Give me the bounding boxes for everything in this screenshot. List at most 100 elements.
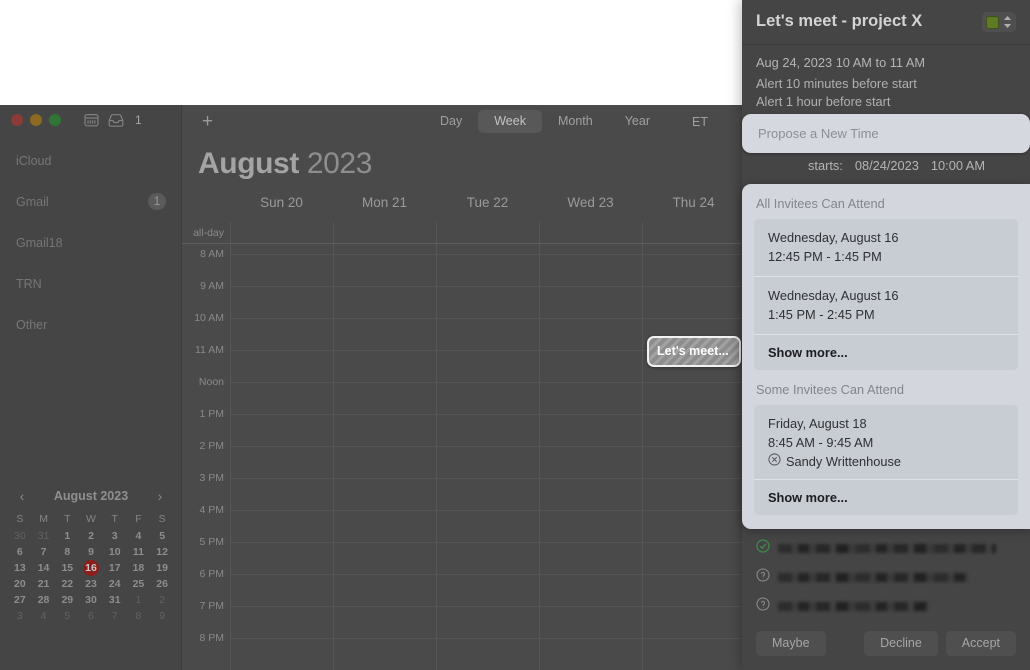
all-day-cell-0[interactable] bbox=[230, 222, 333, 243]
accept-button[interactable]: Accept bbox=[945, 631, 1016, 656]
mini-calendar-day[interactable]: 28 bbox=[32, 592, 56, 608]
window-toolbar-icons[interactable]: 1 bbox=[84, 113, 142, 127]
day-header-2[interactable]: Tue 22 bbox=[436, 195, 539, 222]
mini-calendar-day[interactable]: 6 bbox=[8, 544, 32, 560]
day-header-3[interactable]: Wed 23 bbox=[539, 195, 642, 222]
mini-calendar-day[interactable]: 1 bbox=[127, 592, 151, 608]
view-tab-week[interactable]: Week bbox=[478, 110, 542, 133]
propose-new-time-field[interactable]: Propose a New Time bbox=[742, 114, 1030, 153]
mini-calendar-day[interactable]: 14 bbox=[32, 560, 56, 576]
mini-calendar-day[interactable]: 1 bbox=[55, 528, 79, 544]
suggestion-item[interactable]: Wednesday, August 16 12:45 PM - 1:45 PM bbox=[754, 219, 1018, 278]
mini-calendar-day[interactable]: 26 bbox=[150, 576, 174, 592]
suggestion-item[interactable]: Wednesday, August 16 1:45 PM - 2:45 PM bbox=[754, 277, 1018, 336]
all-day-cell-2[interactable] bbox=[436, 222, 539, 243]
mini-calendar-day[interactable]: 9 bbox=[150, 608, 174, 624]
day-column-4[interactable]: Let's meet... bbox=[642, 244, 745, 670]
mini-calendar-grid[interactable]: S M T W T F S 30 31 1 2 3 4 5 6 7 8 9 10 11 12 13 14 15 16 17 18 19… bbox=[8, 511, 174, 624]
view-segmented-control[interactable]: Day Week Month Year bbox=[424, 110, 666, 133]
mini-calendar-day[interactable]: 25 bbox=[127, 576, 151, 592]
mini-calendar-day[interactable]: 4 bbox=[127, 528, 151, 544]
mini-calendar-day[interactable]: 21 bbox=[32, 576, 56, 592]
next-month-button[interactable]: › bbox=[152, 489, 168, 503]
calendar-picker[interactable] bbox=[982, 12, 1016, 32]
view-tab-year[interactable]: Year bbox=[609, 110, 666, 133]
view-tab-day[interactable]: Day bbox=[424, 110, 478, 133]
mini-calendar-day[interactable]: 29 bbox=[55, 592, 79, 608]
close-button[interactable] bbox=[11, 114, 23, 126]
inbox-icon[interactable] bbox=[108, 113, 124, 127]
sidebar-item-gmail[interactable]: Gmail 1 bbox=[0, 181, 182, 222]
time-suggestions-panel[interactable]: All Invitees Can Attend Wednesday, August… bbox=[742, 184, 1030, 530]
week-grid[interactable]: 8 AM 9 AM 10 AM 11 AM Noon 1 PM 2 PM 3 PM 4 PM 5 … bbox=[182, 244, 745, 670]
mini-calendar-day[interactable]: 4 bbox=[32, 608, 56, 624]
sidebar-item-icloud[interactable]: iCloud bbox=[0, 140, 182, 181]
day-header-4[interactable]: Thu 24 bbox=[642, 195, 745, 222]
starts-date[interactable]: 08/24/2023 bbox=[855, 158, 919, 173]
mini-calendar-day[interactable]: 31 bbox=[103, 592, 127, 608]
calendar-event[interactable]: Let's meet... bbox=[647, 336, 741, 367]
starts-time[interactable]: 10:00 AM bbox=[931, 158, 985, 173]
mini-calendar-day[interactable]: 6 bbox=[79, 608, 103, 624]
mini-calendar-day[interactable]: 7 bbox=[103, 608, 127, 624]
timezone-label[interactable]: ET bbox=[692, 115, 708, 129]
mini-calendar-day[interactable]: 3 bbox=[103, 528, 127, 544]
calendar-color-swatch[interactable] bbox=[986, 15, 999, 29]
mini-calendar-day[interactable]: 8 bbox=[127, 608, 151, 624]
mini-calendar-day[interactable]: 30 bbox=[79, 592, 103, 608]
mini-calendar-day[interactable]: 31 bbox=[32, 528, 56, 544]
invitee-row[interactable] bbox=[756, 534, 1016, 563]
add-event-button[interactable]: + bbox=[202, 112, 213, 131]
mini-calendar-day[interactable]: 30 bbox=[8, 528, 32, 544]
mini-calendar-day[interactable]: 27 bbox=[8, 592, 32, 608]
calendar-icon[interactable] bbox=[84, 113, 99, 127]
mini-calendar-day[interactable]: 19 bbox=[150, 560, 174, 576]
show-more-button[interactable]: Show more... bbox=[754, 480, 1018, 515]
day-column-0[interactable] bbox=[230, 244, 333, 670]
day-column-3[interactable] bbox=[539, 244, 642, 670]
minimize-button[interactable] bbox=[30, 114, 42, 126]
mini-calendar-day[interactable]: 5 bbox=[55, 608, 79, 624]
suggestion-item[interactable]: Friday, August 18 8:45 AM - 9:45 AM Sandy … bbox=[754, 405, 1018, 481]
mini-calendar-day[interactable]: 16 bbox=[79, 560, 103, 576]
event-alert-2[interactable]: Alert 1 hour before start bbox=[756, 93, 1016, 111]
view-tab-month[interactable]: Month bbox=[542, 110, 609, 133]
rsvp-button-row[interactable]: Maybe Decline Accept bbox=[756, 631, 1016, 656]
zoom-button[interactable] bbox=[49, 114, 61, 126]
day-column-2[interactable] bbox=[436, 244, 539, 670]
prev-month-button[interactable]: ‹ bbox=[14, 489, 30, 503]
mini-calendar-day[interactable]: 10 bbox=[103, 544, 127, 560]
sidebar-item-other[interactable]: Other bbox=[0, 304, 182, 345]
mini-calendar-day[interactable]: 15 bbox=[55, 560, 79, 576]
mini-calendar-day[interactable]: 11 bbox=[127, 544, 151, 560]
mini-calendar-day[interactable]: 17 bbox=[103, 560, 127, 576]
mini-calendar-day[interactable]: 8 bbox=[55, 544, 79, 560]
sidebar-item-gmail18[interactable]: Gmail18 bbox=[0, 222, 182, 263]
all-day-cell-3[interactable] bbox=[539, 222, 642, 243]
sidebar-item-trn[interactable]: TRN bbox=[0, 263, 182, 304]
all-day-row[interactable]: all-day bbox=[182, 222, 745, 244]
decline-button[interactable]: Decline bbox=[864, 631, 938, 656]
all-day-cell-1[interactable] bbox=[333, 222, 436, 243]
day-header-0[interactable]: Sun 20 bbox=[230, 195, 333, 222]
mini-calendar-day[interactable]: 23 bbox=[79, 576, 103, 592]
invitee-row[interactable] bbox=[756, 563, 1016, 592]
mini-calendar-day[interactable]: 12 bbox=[150, 544, 174, 560]
chevron-updown-icon[interactable] bbox=[1003, 15, 1012, 29]
mini-calendar-day[interactable]: 5 bbox=[150, 528, 174, 544]
mini-calendar-day[interactable]: 18 bbox=[127, 560, 151, 576]
day-header-1[interactable]: Mon 21 bbox=[333, 195, 436, 222]
mini-calendar-day[interactable]: 3 bbox=[8, 608, 32, 624]
day-column-1[interactable] bbox=[333, 244, 436, 670]
mini-calendar-day[interactable]: 7 bbox=[32, 544, 56, 560]
mini-calendar-day[interactable]: 20 bbox=[8, 576, 32, 592]
show-more-button[interactable]: Show more... bbox=[754, 335, 1018, 370]
all-day-cell-4[interactable] bbox=[642, 222, 745, 243]
mini-calendar-day[interactable]: 9 bbox=[79, 544, 103, 560]
window-controls[interactable] bbox=[11, 114, 61, 126]
event-alert-1[interactable]: Alert 10 minutes before start bbox=[756, 75, 1016, 93]
mini-calendar-day[interactable]: 2 bbox=[79, 528, 103, 544]
mini-calendar-day[interactable]: 24 bbox=[103, 576, 127, 592]
mini-calendar-day[interactable]: 13 bbox=[8, 560, 32, 576]
invitee-row[interactable] bbox=[756, 592, 1016, 621]
